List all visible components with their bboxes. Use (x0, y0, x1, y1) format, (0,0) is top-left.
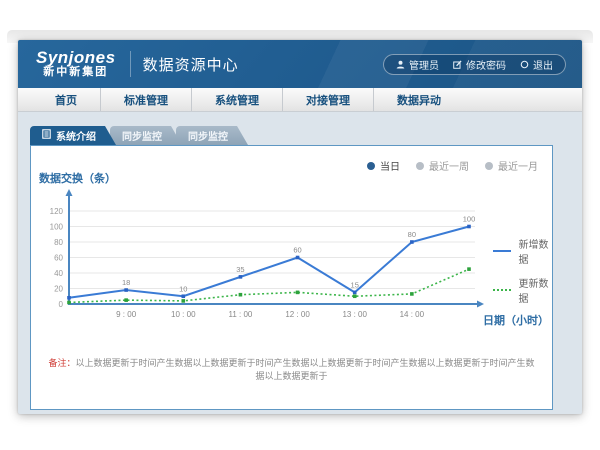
tab-label: 同步监控 (122, 128, 162, 143)
footnote-label: 备注： (48, 358, 75, 368)
app-header: Synjones 新中新集团 数据资源中心 管理员 修改密码 (18, 40, 582, 88)
current-user-button[interactable]: 管理员 (396, 57, 439, 72)
footnote-text: 以上数据更新于时间产生数据以上数据更新于时间产生数据以上数据更新于时间产生数据以… (76, 358, 535, 381)
solid-line-icon (493, 250, 511, 252)
content-area: 系统介绍 同步监控 同步监控 当日 最近一周 (18, 112, 582, 413)
svg-text:15: 15 (351, 280, 359, 289)
line-chart: 0 20 40 60 80 100 120 9 : 00 10 : 00 11 : 00 12 : … (31, 186, 554, 334)
app-window: Synjones 新中新集团 数据资源中心 管理员 修改密码 (18, 40, 582, 414)
legend-item-updated-data: 更新数据 (493, 275, 552, 305)
filter-label: 当日 (380, 158, 400, 173)
user-toolbar: 管理员 修改密码 退出 (383, 54, 566, 75)
radio-dot-icon (485, 162, 493, 170)
svg-text:10 : 00: 10 : 00 (171, 310, 196, 319)
legend-label: 新增数据 (518, 236, 552, 266)
svg-text:80: 80 (54, 238, 63, 247)
svg-text:18: 18 (122, 278, 130, 287)
change-password-button[interactable]: 修改密码 (453, 57, 506, 72)
logout-button[interactable]: 退出 (520, 57, 553, 72)
filter-last-month[interactable]: 最近一月 (485, 158, 538, 173)
svg-text:13 : 00: 13 : 00 (342, 310, 367, 319)
logout-label: 退出 (533, 57, 553, 72)
filter-today[interactable]: 当日 (367, 158, 400, 173)
legend-item-new-data: 新增数据 (493, 236, 552, 266)
radio-dot-icon (367, 162, 375, 170)
period-filter: 当日 最近一周 最近一月 (367, 158, 538, 173)
tab-label: 同步监控 (188, 128, 228, 143)
nav-item-interface-mgmt[interactable]: 对接管理 (283, 88, 374, 111)
svg-text:9 : 00: 9 : 00 (116, 310, 137, 319)
svg-text:40: 40 (54, 269, 63, 278)
svg-text:0: 0 (59, 300, 64, 309)
nav-item-home[interactable]: 首页 (32, 88, 101, 111)
tab-label: 系统介绍 (56, 128, 96, 143)
tab-bar: 系统介绍 同步监控 同步监控 (30, 126, 582, 145)
filter-label: 最近一月 (498, 158, 538, 173)
tab-sync-monitor-1[interactable]: 同步监控 (110, 126, 182, 145)
nav-item-standard-mgmt[interactable]: 标准管理 (101, 88, 192, 111)
change-password-label: 修改密码 (466, 57, 506, 72)
filter-label: 最近一周 (429, 158, 469, 173)
svg-text:日期（小时）: 日期（小时） (483, 313, 549, 327)
chart-legend: 新增数据 更新数据 (493, 236, 552, 305)
dotted-line-icon (493, 289, 511, 291)
svg-text:100: 100 (50, 223, 64, 232)
logo-subtext: 新中新集团 (36, 67, 116, 79)
svg-text:11 : 00: 11 : 00 (228, 310, 252, 319)
main-nav: 首页 标准管理 系统管理 对接管理 数据异动 (18, 88, 582, 112)
y-axis-title: 数据交换（条） (39, 170, 116, 186)
document-icon (42, 129, 51, 142)
svg-text:120: 120 (50, 207, 64, 216)
nav-item-system-mgmt[interactable]: 系统管理 (192, 88, 283, 111)
nav-item-data-change[interactable]: 数据异动 (374, 88, 464, 111)
power-icon (520, 60, 529, 69)
svg-text:35: 35 (236, 265, 244, 274)
svg-text:60: 60 (54, 254, 63, 263)
brand-logo: Synjones 新中新集团 (36, 49, 116, 78)
current-user-label: 管理员 (409, 57, 439, 72)
radio-dot-icon (416, 162, 424, 170)
svg-text:14 : 00: 14 : 00 (400, 310, 425, 319)
tab-system-intro[interactable]: 系统介绍 (30, 126, 116, 145)
chart-panel: 当日 最近一周 最近一月 数据交换（条） 0 20 40 60 80 100 120 9 : … (30, 145, 553, 410)
svg-text:80: 80 (408, 230, 416, 239)
filter-last-week[interactable]: 最近一周 (416, 158, 469, 173)
header-divider (130, 51, 131, 77)
svg-text:12 : 00: 12 : 00 (285, 310, 310, 319)
legend-label: 更新数据 (518, 275, 552, 305)
footnote: 备注：以上数据更新于时间产生数据以上数据更新于时间产生数据以上数据更新于时间产生… (31, 357, 552, 382)
svg-text:100: 100 (463, 215, 476, 224)
page-title: 数据资源中心 (143, 54, 239, 75)
svg-text:10: 10 (179, 284, 187, 293)
tab-sync-monitor-2[interactable]: 同步监控 (176, 126, 248, 145)
page: Synjones 新中新集团 数据资源中心 管理员 修改密码 (0, 0, 600, 450)
svg-text:20: 20 (54, 285, 63, 294)
user-icon (396, 60, 405, 69)
edit-icon (453, 60, 462, 69)
svg-text:60: 60 (293, 246, 301, 255)
logo-text: Synjones (36, 49, 116, 67)
